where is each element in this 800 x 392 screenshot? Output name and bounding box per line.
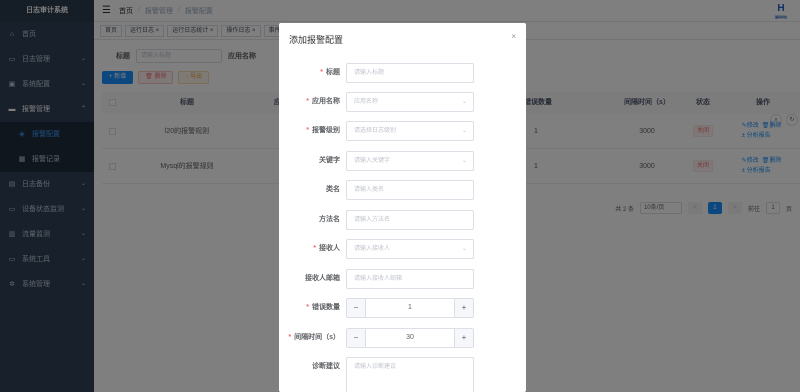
method-input[interactable]: 请输入方法名 (346, 210, 474, 230)
app-root: 日志审计系统 ⌂首页 ▭日志管理⌄ ▣系统配置⌄ ▬报警管理⌃ ◈报警配置 ▦报… (0, 0, 800, 392)
advice-textarea[interactable]: 请输入诊断建议 (346, 357, 474, 392)
increment-button[interactable]: + (454, 299, 473, 317)
field-label: * 错误数量 (306, 304, 340, 311)
field-label: 接收人邮箱 (305, 275, 340, 282)
error-count-stepper: − 1 + (346, 298, 474, 318)
title-input[interactable]: 请输入标题 (346, 63, 474, 83)
field-label: 方法名 (319, 216, 340, 223)
form-row-receiver: * 接收人 请输入接收人 ⌄ (279, 239, 526, 259)
chevron-down-icon: ⌄ (461, 246, 467, 252)
interval-value[interactable]: 30 (367, 329, 453, 347)
dialog-title: 添加报警配置 (289, 35, 344, 45)
classname-input[interactable]: 请输入类名 (346, 180, 474, 200)
close-icon[interactable]: × (511, 32, 516, 41)
error-count-value[interactable]: 1 (367, 299, 453, 317)
field-label: * 报警级别 (306, 127, 340, 134)
form-row-errors: * 错误数量 − 1 + (279, 298, 526, 318)
field-label: * 接收人 (313, 245, 340, 252)
decrement-button[interactable]: − (347, 329, 366, 347)
receiver-select[interactable]: 请输入接收人 ⌄ (346, 239, 474, 259)
form-row-title: * 标题 请输入标题 (279, 63, 526, 83)
field-label: 关键字 (319, 157, 340, 164)
form-row-email: 接收人邮箱 请输入接收人邮箱 (279, 269, 526, 289)
add-alarm-config-dialog: 添加报警配置 × * 标题 请输入标题 * 应用名称 应用名称 ⌄ * 报警级别 请选择… (279, 23, 526, 392)
field-label: * 间隔时间（s） (288, 334, 340, 341)
app-select[interactable]: 应用名称 ⌄ (346, 92, 474, 112)
level-select[interactable]: 请选择日志级别 ⌄ (346, 121, 474, 141)
chevron-down-icon: ⌄ (461, 99, 467, 105)
increment-button[interactable]: + (454, 329, 473, 347)
form-row-app: * 应用名称 应用名称 ⌄ (279, 92, 526, 112)
form-row-level: * 报警级别 请选择日志级别 ⌄ (279, 121, 526, 141)
form-row-keyword: 关键字 请输入关键字 ⌄ (279, 151, 526, 171)
keyword-select[interactable]: 请输入关键字 ⌄ (346, 151, 474, 171)
field-label: 类名 (326, 186, 340, 193)
decrement-button[interactable]: − (347, 299, 366, 317)
form-row-interval: * 间隔时间（s） − 30 + (279, 328, 526, 348)
field-label: 诊断建议 (312, 363, 340, 370)
field-label: * 应用名称 (306, 98, 340, 105)
field-label: * 标题 (320, 69, 340, 76)
chevron-down-icon: ⌄ (461, 128, 467, 134)
email-field[interactable]: 请输入接收人邮箱 (346, 269, 474, 289)
interval-stepper: − 30 + (346, 328, 474, 348)
form-row-classname: 类名 请输入类名 (279, 180, 526, 200)
chevron-down-icon: ⌄ (461, 158, 467, 164)
form-row-method: 方法名 请输入方法名 (279, 210, 526, 230)
form-row-advice: 诊断建议 请输入诊断建议 (279, 357, 526, 392)
